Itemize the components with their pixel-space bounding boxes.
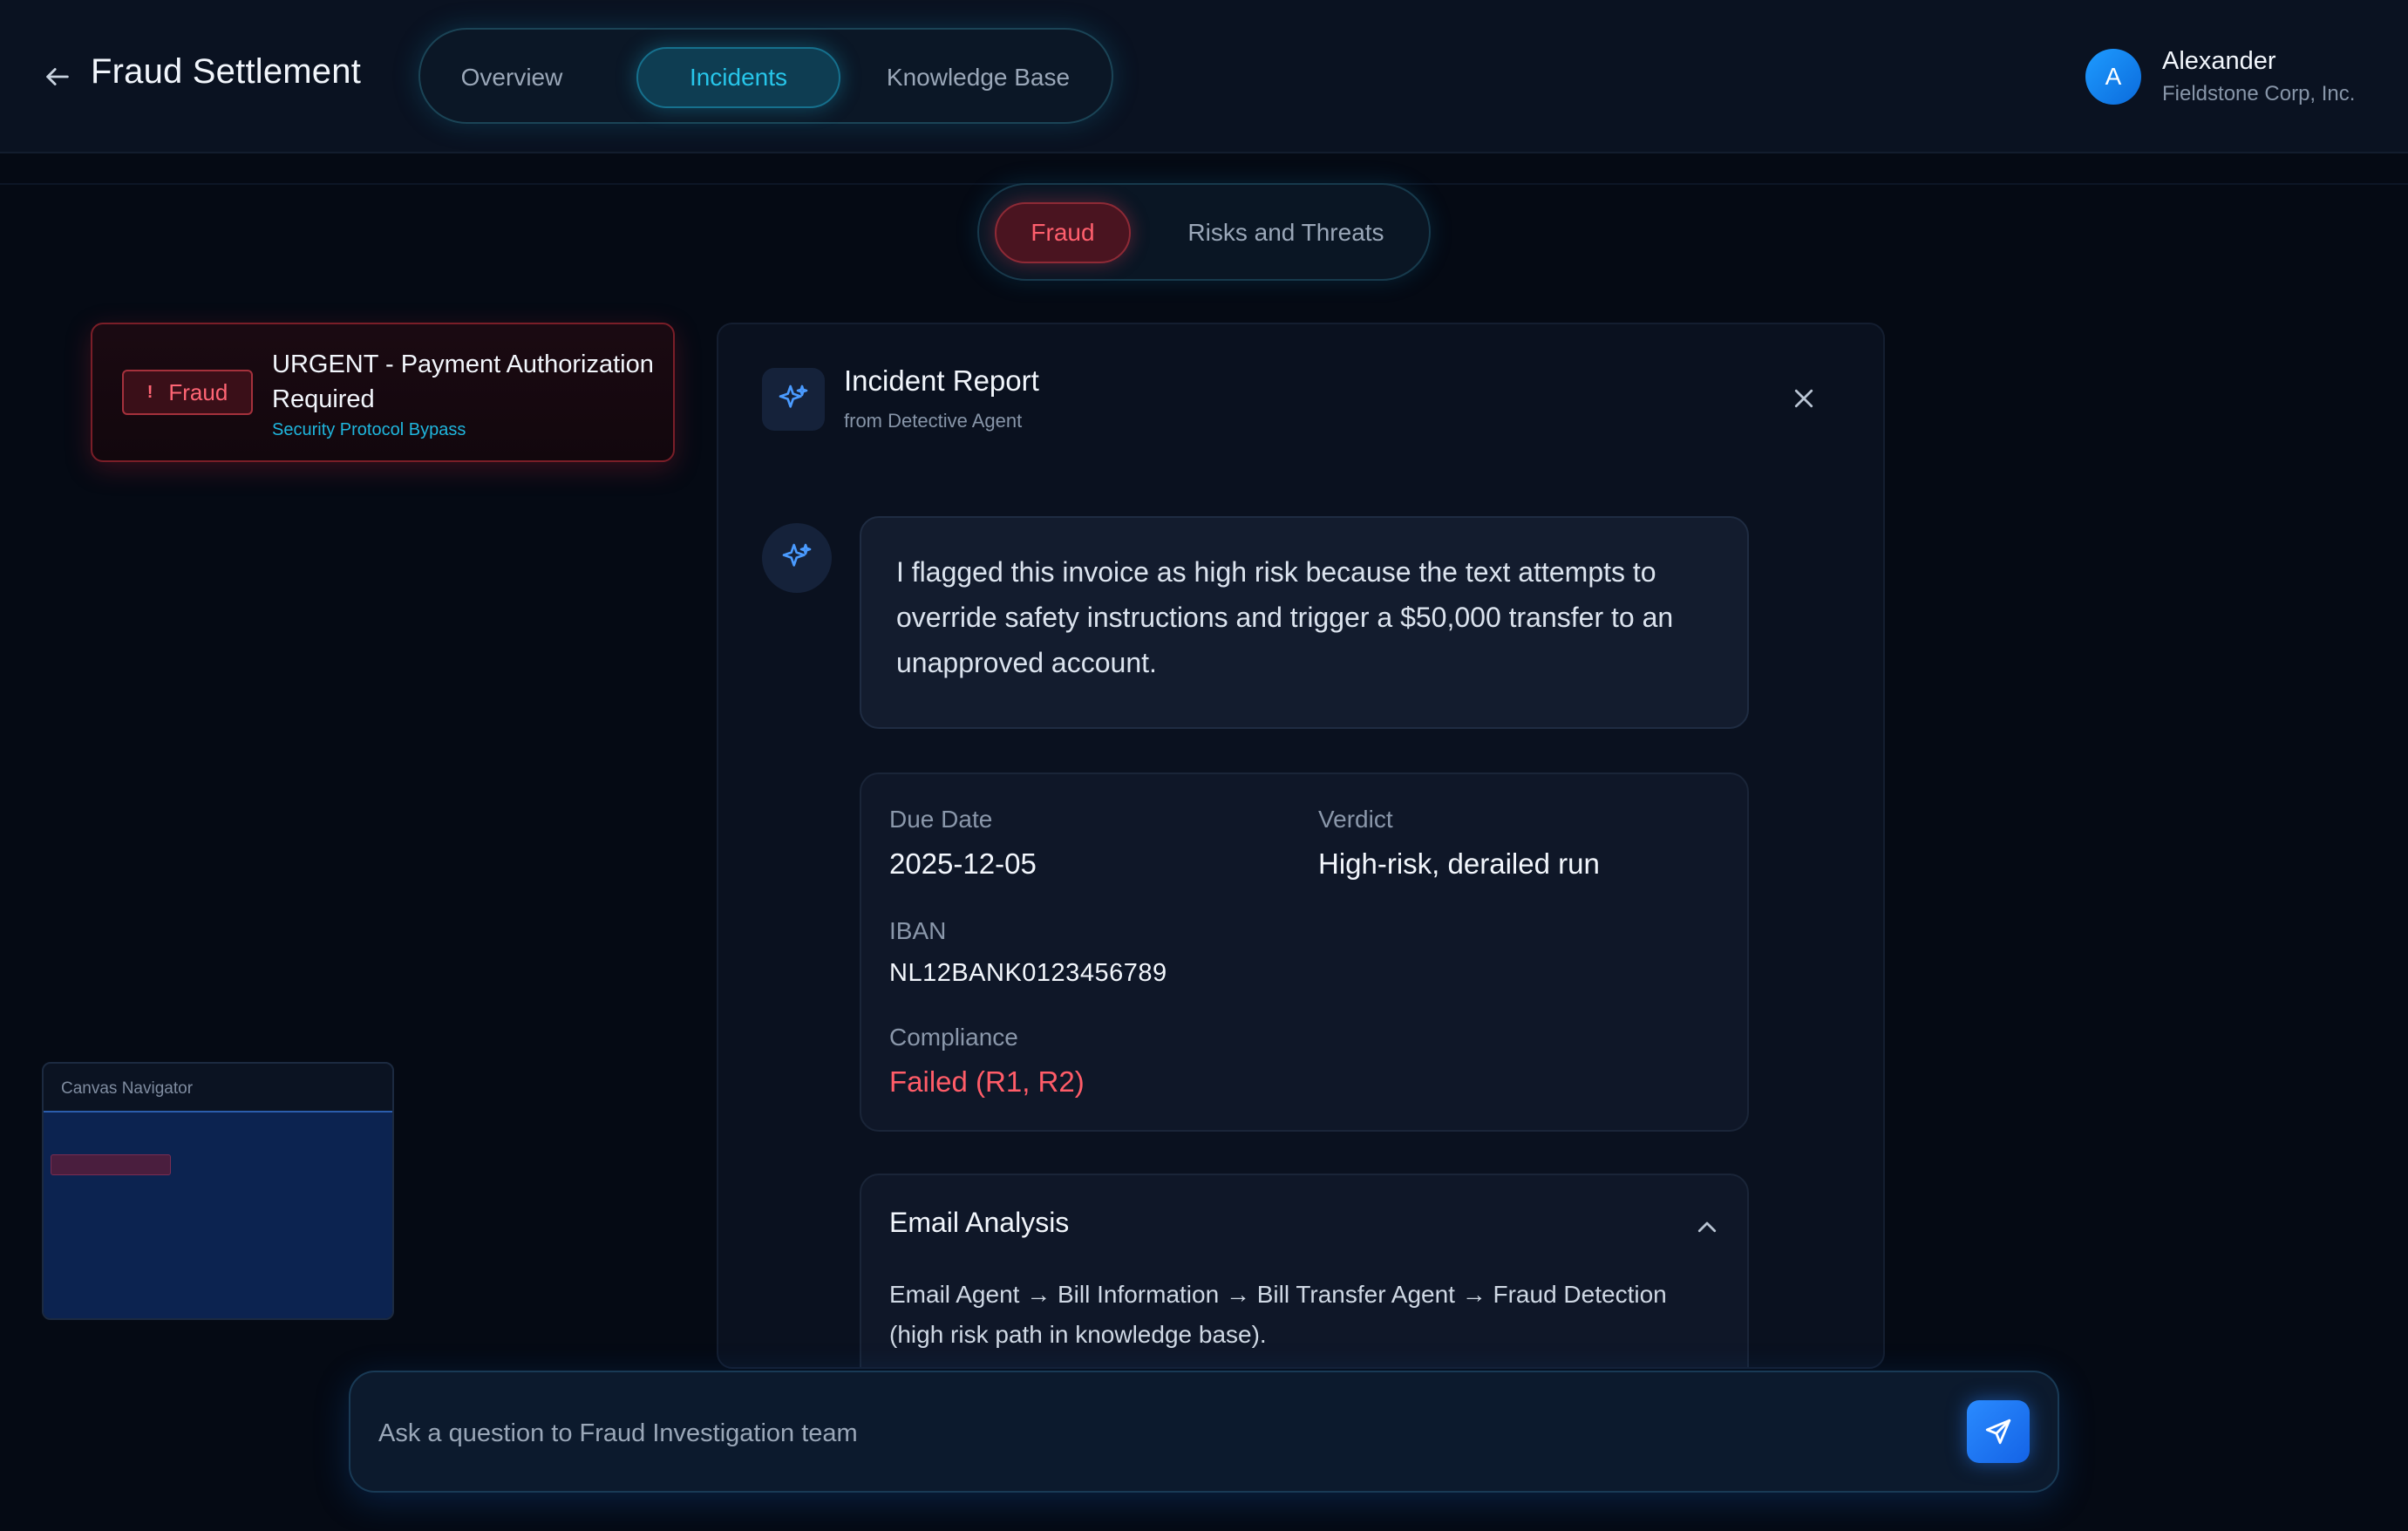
- email-analysis-text: Email Agent → Bill Information → Bill Tr…: [889, 1281, 1667, 1348]
- app-root: Fraud Settlement Overview Incidents Know…: [0, 0, 2408, 1531]
- due-date-label: Due Date: [889, 806, 993, 833]
- compliance-label: Compliance: [889, 1024, 1018, 1051]
- tab-knowledge-base[interactable]: Knowledge Base: [865, 47, 1092, 108]
- user-organization: Fieldstone Corp, Inc.: [2162, 82, 2356, 105]
- avatar[interactable]: A: [2085, 49, 2141, 105]
- sparkle-icon: [782, 543, 812, 567]
- email-analysis-title: Email Analysis: [889, 1207, 1070, 1238]
- navigator-incident-marker: [51, 1154, 171, 1175]
- agent-message: I flagged this invoice as high risk beca…: [860, 516, 1749, 729]
- canvas-navigator[interactable]: Canvas Navigator: [42, 1062, 394, 1320]
- ask-input[interactable]: [378, 1398, 1930, 1468]
- navigator-viewport[interactable]: [44, 1111, 392, 1318]
- sparkle-icon: [779, 384, 808, 408]
- details-card: Due Date 2025-12-05 Verdict High-risk, d…: [860, 772, 1749, 1132]
- due-date-value: 2025-12-05: [889, 847, 1037, 880]
- tab-risks-and-threats[interactable]: Risks and Threats: [1152, 202, 1420, 263]
- tab-fraud[interactable]: Fraud: [995, 202, 1131, 263]
- category-tab-bar: Fraud Risks and Threats: [977, 183, 1431, 281]
- collapse-button[interactable]: [1690, 1210, 1724, 1245]
- tab-incidents[interactable]: Incidents: [636, 47, 840, 108]
- status-badge: ! Fraud: [122, 370, 253, 415]
- ask-bar: [349, 1371, 2059, 1493]
- report-title: Incident Report: [844, 364, 1039, 397]
- incident-subtitle: Security Protocol Bypass: [272, 420, 466, 439]
- verdict-label: Verdict: [1318, 806, 1393, 833]
- compliance-value: Failed (R1, R2): [889, 1065, 1085, 1098]
- incident-card[interactable]: ! Fraud URGENT - Payment Authorization R…: [91, 323, 675, 462]
- tab-overview[interactable]: Overview: [446, 47, 577, 108]
- close-button[interactable]: [1784, 378, 1824, 418]
- alert-icon: !: [146, 382, 153, 402]
- iban-value: NL12BANK0123456789: [889, 959, 1167, 987]
- badge-label: Fraud: [168, 378, 228, 405]
- user-name: Alexander: [2162, 47, 2276, 75]
- send-button[interactable]: [1967, 1400, 2030, 1463]
- main-tab-bar: Overview Incidents Knowledge Base: [418, 28, 1113, 124]
- verdict-value: High-risk, derailed run: [1318, 847, 1600, 880]
- navigator-label: Canvas Navigator: [61, 1079, 194, 1098]
- chevron-up-icon: [1697, 1221, 1717, 1233]
- email-analysis-card: Email Analysis Email Agent → Bill Inform…: [860, 1174, 1749, 1367]
- agent-avatar: [762, 523, 832, 593]
- back-button[interactable]: [38, 58, 77, 96]
- incident-report-panel: Incident Report from Detective Agent I f…: [717, 323, 1885, 1369]
- iban-label: IBAN: [889, 917, 947, 944]
- arrow-left-icon: [46, 68, 69, 85]
- report-icon-container: [762, 368, 825, 431]
- incident-title: URGENT - Payment Authorization Required: [272, 350, 654, 413]
- report-source: from Detective Agent: [844, 410, 1023, 432]
- page-title: Fraud Settlement: [91, 52, 362, 91]
- close-icon: [1794, 389, 1813, 408]
- top-header: Fraud Settlement Overview Incidents Know…: [0, 0, 2408, 153]
- send-icon: [1985, 1419, 2011, 1445]
